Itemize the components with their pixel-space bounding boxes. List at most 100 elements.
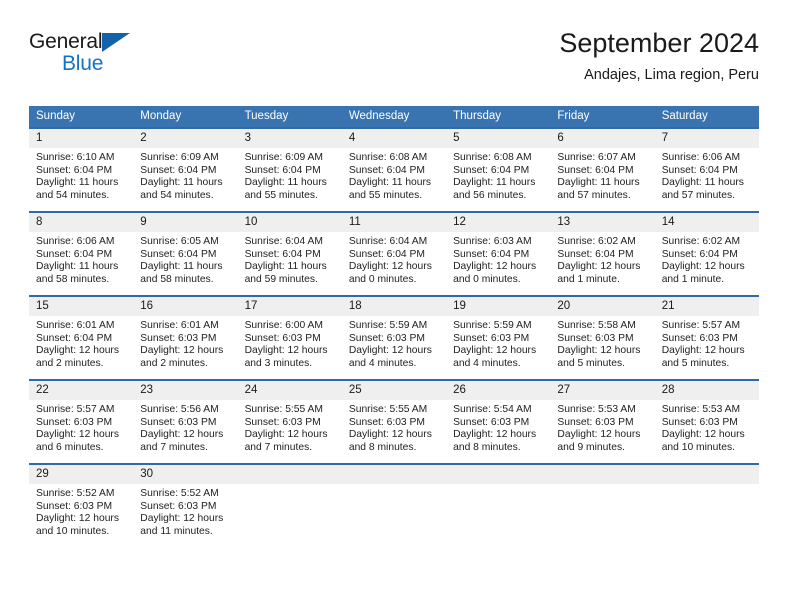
day-details <box>238 484 342 488</box>
day-number: 15 <box>29 297 134 316</box>
calendar-day-cell[interactable]: 2 Sunrise: 6:09 AM Sunset: 6:04 PM Daylight… <box>133 127 238 211</box>
day-number: 7 <box>654 129 759 148</box>
daylight-text-line2: and 7 minutes. <box>244 441 313 453</box>
day-details: Sunrise: 6:02 AM Sunset: 6:04 PM Daylight:… <box>550 232 654 286</box>
brand-name-general: General <box>29 30 103 53</box>
daylight-text-line1: Daylight: 12 hours <box>244 345 328 357</box>
calendar-day-cell[interactable]: 5 Sunrise: 6:08 AM Sunset: 6:04 PM Daylight… <box>446 127 551 211</box>
day-cell-inner: 4 Sunrise: 6:08 AM Sunset: 6:04 PM Daylight… <box>341 127 447 211</box>
day-number: 12 <box>446 213 551 232</box>
day-number: 5 <box>446 129 551 148</box>
calendar-week-row: 29 Sunrise: 5:52 AM Sunset: 6:03 PM Dayligh… <box>29 463 759 547</box>
sunset-text: Sunset: 6:03 PM <box>36 500 113 512</box>
calendar-day-cell[interactable]: 24 Sunrise: 5:55 AM Sunset: 6:03 PM Dayligh… <box>237 379 342 463</box>
calendar-day-cell[interactable]: 29 Sunrise: 5:52 AM Sunset: 6:03 PM Dayligh… <box>29 463 134 547</box>
sunset-text: Sunset: 6:03 PM <box>557 332 634 344</box>
brand-name-blue: Blue <box>62 52 104 75</box>
day-cell-inner: 25 Sunrise: 5:55 AM Sunset: 6:03 PM Dayligh… <box>341 379 447 463</box>
day-cell-inner: 10 Sunrise: 6:04 AM Sunset: 6:04 PM Dayligh… <box>237 211 342 295</box>
calendar-day-cell[interactable]: 14 Sunrise: 6:02 AM Sunset: 6:04 PM Dayligh… <box>654 211 759 295</box>
daylight-text-line2: and 0 minutes. <box>348 273 417 285</box>
calendar-day-cell[interactable]: 30 Sunrise: 5:52 AM Sunset: 6:03 PM Dayligh… <box>133 463 238 547</box>
calendar-day-cell[interactable]: 15 Sunrise: 6:01 AM Sunset: 6:04 PM Dayligh… <box>29 295 134 379</box>
daylight-text-line2: and 0 minutes. <box>453 273 521 285</box>
sunset-text: Sunset: 6:03 PM <box>140 500 217 512</box>
calendar-day-cell[interactable]: 21 Sunrise: 5:57 AM Sunset: 6:03 PM Dayligh… <box>654 295 759 379</box>
day-details: Sunrise: 6:04 AM Sunset: 6:04 PM Daylight:… <box>342 232 446 286</box>
weekday-header-tuesday: Tuesday <box>237 106 342 127</box>
day-number <box>550 465 655 484</box>
day-number: 18 <box>341 297 447 316</box>
calendar-day-cell[interactable]: 26 Sunrise: 5:54 AM Sunset: 6:03 PM Dayligh… <box>446 379 551 463</box>
day-cell-inner: 17 Sunrise: 6:00 AM Sunset: 6:03 PM Dayligh… <box>237 295 342 379</box>
day-details <box>446 484 550 488</box>
daylight-text-line1: Daylight: 12 hours <box>36 345 119 357</box>
daylight-text-line2: and 10 minutes. <box>36 525 110 537</box>
calendar-day-cell[interactable]: 12 Sunrise: 6:03 AM Sunset: 6:04 PM Dayligh… <box>446 211 551 295</box>
daylight-text-line1: Daylight: 12 hours <box>661 345 745 357</box>
day-cell-inner: 2 Sunrise: 6:09 AM Sunset: 6:04 PM Daylight… <box>133 127 238 211</box>
daylight-text-line1: Daylight: 11 hours <box>453 177 536 189</box>
sunrise-text: Sunrise: 6:06 AM <box>661 152 741 163</box>
calendar-day-cell[interactable]: 18 Sunrise: 5:59 AM Sunset: 6:03 PM Dayligh… <box>341 295 447 379</box>
day-cell-inner: 9 Sunrise: 6:05 AM Sunset: 6:04 PM Daylight… <box>133 211 238 295</box>
day-cell-inner: 12 Sunrise: 6:03 AM Sunset: 6:04 PM Dayligh… <box>446 211 551 295</box>
calendar-day-cell[interactable]: 3 Sunrise: 6:09 AM Sunset: 6:04 PM Daylight… <box>237 127 342 211</box>
daylight-text-line2: and 11 minutes. <box>140 525 213 537</box>
daylight-text-line1: Daylight: 12 hours <box>453 429 537 441</box>
day-cell-inner: 15 Sunrise: 6:01 AM Sunset: 6:04 PM Dayligh… <box>29 295 134 379</box>
calendar-day-cell[interactable]: 6 Sunrise: 6:07 AM Sunset: 6:04 PM Daylight… <box>550 127 655 211</box>
day-details: Sunrise: 5:58 AM Sunset: 6:03 PM Daylight:… <box>550 316 654 370</box>
day-number: 22 <box>29 381 134 400</box>
calendar-day-cell[interactable]: 1 Sunrise: 6:10 AM Sunset: 6:04 PM Daylight… <box>29 127 134 211</box>
day-number: 29 <box>29 465 134 484</box>
daylight-text-line1: Daylight: 11 hours <box>348 177 432 189</box>
calendar-day-cell[interactable]: 4 Sunrise: 6:08 AM Sunset: 6:04 PM Daylight… <box>341 127 447 211</box>
sunrise-text: Sunrise: 5:53 AM <box>557 404 636 415</box>
calendar-day-cell[interactable]: 17 Sunrise: 6:00 AM Sunset: 6:03 PM Dayligh… <box>237 295 342 379</box>
weekday-header-wednesday: Wednesday <box>341 106 447 127</box>
day-number: 10 <box>237 213 342 232</box>
sunrise-text: Sunrise: 6:01 AM <box>140 320 219 331</box>
calendar-day-cell[interactable]: 25 Sunrise: 5:55 AM Sunset: 6:03 PM Dayligh… <box>341 379 447 463</box>
sunrise-text: Sunrise: 6:09 AM <box>244 152 323 163</box>
daylight-text-line2: and 4 minutes. <box>453 357 521 369</box>
daylight-text-line1: Daylight: 11 hours <box>36 177 119 189</box>
calendar-day-cell[interactable]: 20 Sunrise: 5:58 AM Sunset: 6:03 PM Dayligh… <box>550 295 655 379</box>
brand-logo[interactable]: General Blue <box>29 30 149 84</box>
sunrise-text: Sunrise: 5:58 AM <box>557 320 636 331</box>
daylight-text-line1: Daylight: 12 hours <box>36 513 119 525</box>
day-number: 28 <box>654 381 759 400</box>
day-details: Sunrise: 5:59 AM Sunset: 6:03 PM Daylight:… <box>342 316 446 370</box>
sunset-text: Sunset: 6:04 PM <box>348 164 425 176</box>
calendar-page: General Blue September 2024 Andajes, Lim… <box>0 0 792 612</box>
sunset-text: Sunset: 6:04 PM <box>453 164 530 176</box>
calendar-day-cell[interactable]: 22 Sunrise: 5:57 AM Sunset: 6:03 PM Dayligh… <box>29 379 134 463</box>
calendar-body: 1 Sunrise: 6:10 AM Sunset: 6:04 PM Daylight… <box>29 127 759 547</box>
daylight-text-line2: and 58 minutes. <box>36 273 110 285</box>
day-details: Sunrise: 5:57 AM Sunset: 6:03 PM Daylight:… <box>655 316 759 370</box>
daylight-text-line1: Daylight: 12 hours <box>557 429 641 441</box>
calendar-day-cell[interactable]: 10 Sunrise: 6:04 AM Sunset: 6:04 PM Dayligh… <box>237 211 342 295</box>
daylight-text-line2: and 8 minutes. <box>453 441 521 453</box>
day-number: 8 <box>29 213 134 232</box>
day-number <box>237 465 342 484</box>
calendar-day-cell[interactable]: 16 Sunrise: 6:01 AM Sunset: 6:03 PM Dayligh… <box>133 295 238 379</box>
day-details: Sunrise: 5:59 AM Sunset: 6:03 PM Daylight:… <box>446 316 550 370</box>
calendar-day-cell[interactable]: 9 Sunrise: 6:05 AM Sunset: 6:04 PM Daylight… <box>133 211 238 295</box>
day-details <box>550 484 654 488</box>
calendar-day-cell[interactable]: 8 Sunrise: 6:06 AM Sunset: 6:04 PM Daylight… <box>29 211 134 295</box>
calendar-day-cell[interactable]: 28 Sunrise: 5:53 AM Sunset: 6:03 PM Dayligh… <box>654 379 759 463</box>
sunrise-text: Sunrise: 5:55 AM <box>244 404 323 415</box>
day-cell-inner <box>446 463 551 547</box>
calendar-day-cell[interactable]: 19 Sunrise: 5:59 AM Sunset: 6:03 PM Dayligh… <box>446 295 551 379</box>
sunrise-text: Sunrise: 6:08 AM <box>348 152 428 163</box>
sunset-text: Sunset: 6:03 PM <box>453 332 530 344</box>
calendar-day-cell[interactable]: 11 Sunrise: 6:04 AM Sunset: 6:04 PM Dayligh… <box>341 211 447 295</box>
sunset-text: Sunset: 6:04 PM <box>244 164 321 176</box>
calendar-day-cell[interactable]: 27 Sunrise: 5:53 AM Sunset: 6:03 PM Dayligh… <box>550 379 655 463</box>
calendar-day-cell[interactable]: 7 Sunrise: 6:06 AM Sunset: 6:04 PM Daylight… <box>654 127 759 211</box>
day-cell-inner: 28 Sunrise: 5:53 AM Sunset: 6:03 PM Dayligh… <box>654 379 759 463</box>
calendar-day-cell[interactable]: 13 Sunrise: 6:02 AM Sunset: 6:04 PM Dayligh… <box>550 211 655 295</box>
calendar-day-cell[interactable]: 23 Sunrise: 5:56 AM Sunset: 6:03 PM Dayligh… <box>133 379 238 463</box>
